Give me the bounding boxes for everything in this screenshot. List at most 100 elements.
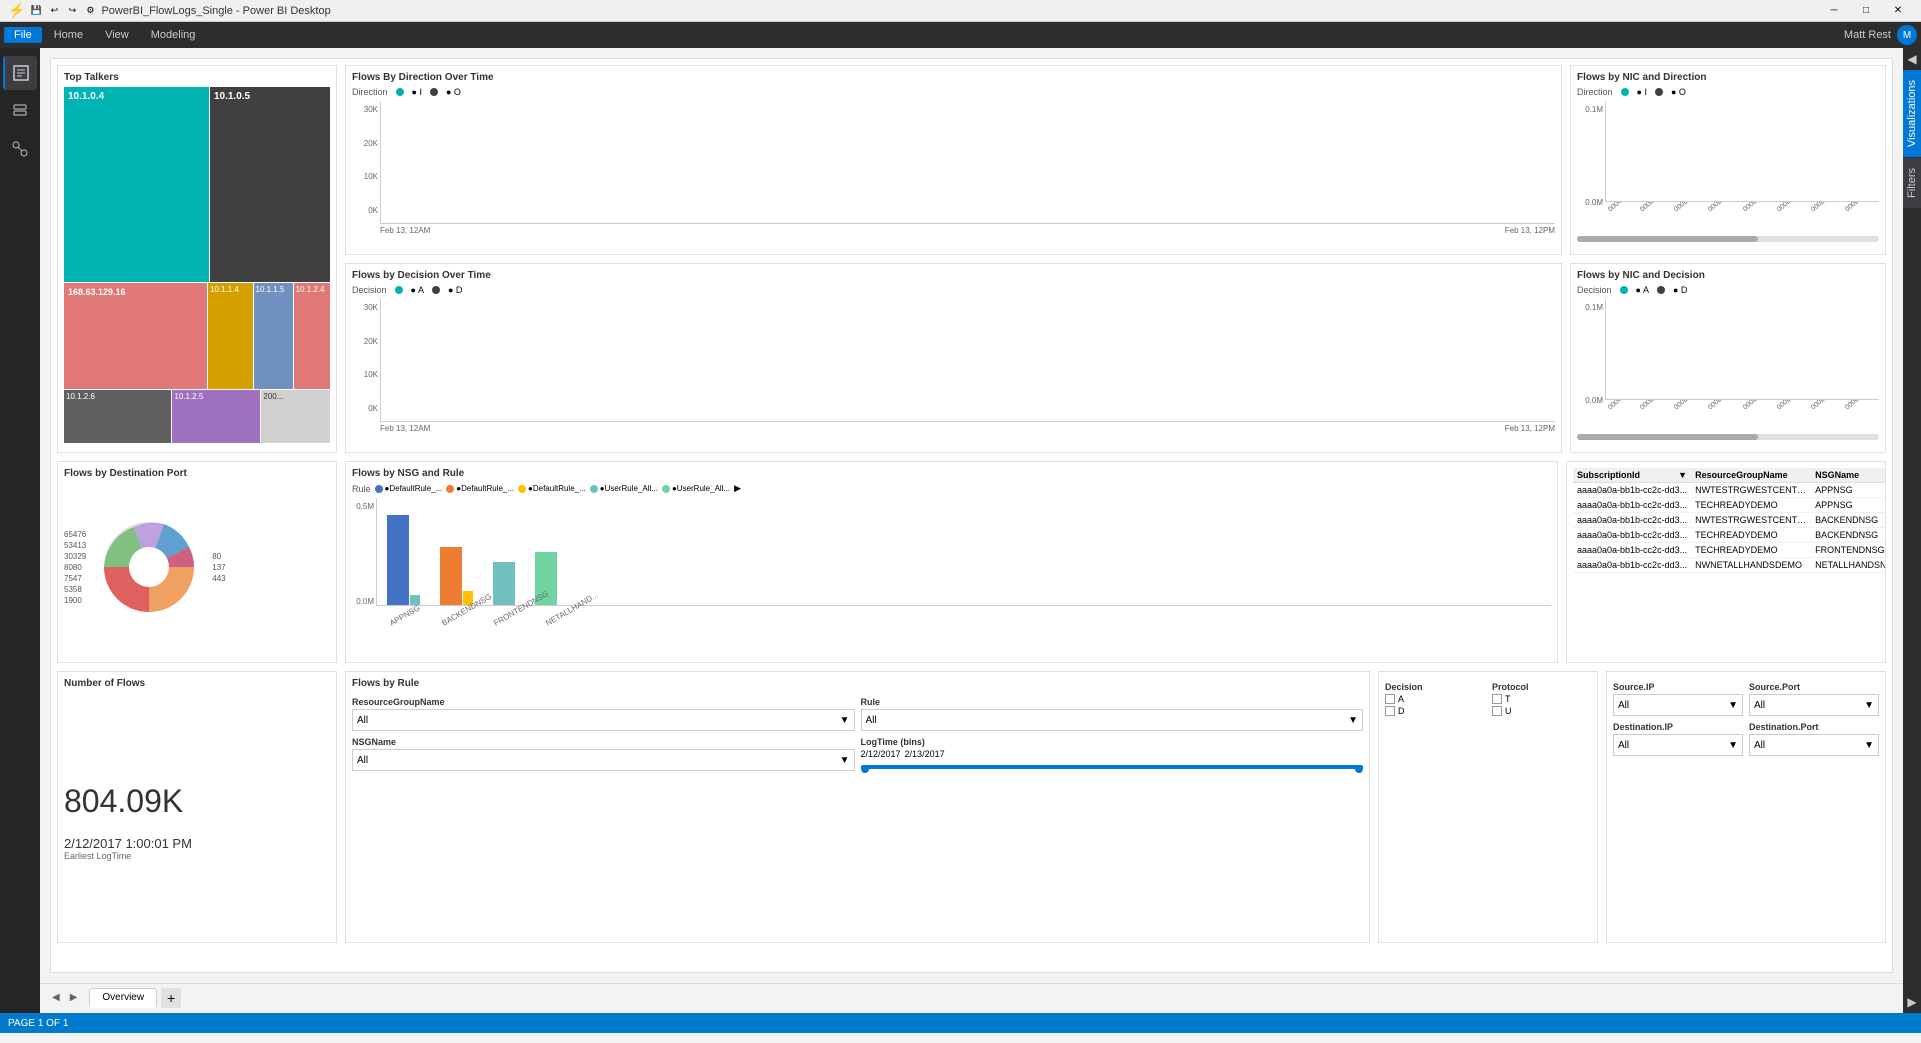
menu-view[interactable]: View [95,27,139,43]
source-ip-label: Source.IP [1613,682,1743,692]
nic-dir-x-labels: 0004FF... 000D3A... 000D3A... 000D3A... … [1605,202,1879,215]
nic-dir-scrollbar[interactable] [1577,236,1879,242]
nsg-3: BACKENDNSG [1811,513,1886,528]
redo-icon[interactable]: ↪ [65,4,79,18]
nav-prev[interactable]: ◀ [48,990,64,1005]
treemap-tile-5[interactable]: 10.1.1.5 [254,283,293,389]
y-20k: 20K [364,139,378,148]
dest-ip-select[interactable]: All ▼ [1613,734,1743,756]
nsg-rule-rule-label: Rule [352,484,371,494]
nsg-legend-2: ●DefaultRule_... [446,484,514,493]
treemap-label-3: 168.63.129.16 [68,287,126,297]
nic-x-5: 000D3A... [1742,202,1770,213]
port-7547: 7547 [64,574,86,583]
dest-port-select[interactable]: All ▼ [1749,734,1879,756]
nic-decision-panel: Flows by NIC and Decision Decision ● A ●… [1570,263,1886,453]
treemap-tile-2[interactable]: 10.1.0.5 [210,87,330,282]
menu-modeling[interactable]: Modeling [141,27,206,43]
treemap-tile-9[interactable]: 200... [261,390,330,443]
table-row[interactable]: aaaa0a0a-bb1b-cc2c-dd3... NWTESTRGWESTCE… [1573,513,1886,528]
flows-rule-panel: Flows by Rule ResourceGroupName All ▼ [345,671,1370,943]
nic-dec-scrollbar[interactable] [1577,434,1879,440]
rule-filter-select[interactable]: All ▼ [861,709,1364,731]
treemap-label-4: 10.1.1.4 [210,285,239,294]
minimize-button[interactable]: ─ [1819,0,1849,22]
nsg-backendnsg-bar1 [440,547,462,605]
table-row[interactable]: aaaa0a0a-bb1b-cc2c-dd3... TECHREADYDEMO … [1573,543,1886,558]
slider-track[interactable] [861,765,1364,769]
sidebar-data-icon[interactable] [3,94,37,128]
slider-thumb-right[interactable] [1355,765,1363,773]
add-page-tab-button[interactable]: + [161,988,181,1008]
source-port-select[interactable]: All ▼ [1749,694,1879,716]
rule-dropdown-icon: ▼ [1348,715,1358,726]
filter-logtime: LogTime (bins) 2/12/2017 2/13/2017 [861,737,1364,771]
treemap-label-2: 10.1.0.5 [214,91,250,102]
filter-grid: ResourceGroupName All ▼ Rule All ▼ [352,693,1363,775]
protocol-t-checkbox[interactable]: T [1492,694,1591,704]
rg-filter-select[interactable]: All ▼ [352,709,855,731]
sidebar-relationships-icon[interactable] [3,132,37,166]
left-sidebar [0,48,40,1013]
direction-legend-o-dot [430,88,438,96]
nic-dec-a-dot [1620,286,1628,294]
protocol-u-checkbox[interactable]: U [1492,706,1591,716]
sub-2: aaaa0a0a-bb1b-cc2c-dd3... [1573,498,1691,513]
nsg-table: SubscriptionId ▼ ResourceGroupName NSGNa… [1573,468,1886,573]
treemap-tile-4[interactable]: 10.1.1.4 [208,283,253,389]
treemap-tile-7[interactable]: 10.1.2.6 [64,390,171,443]
nav-next[interactable]: ▶ [66,990,82,1005]
decision-d-checkbox[interactable]: D [1385,706,1484,716]
page-tab-overview[interactable]: Overview [89,988,157,1008]
flows-count: 804.09K [64,783,330,820]
top-talkers-panel: Top Talkers 10.1.0.4 10.1.0.5 [57,65,337,453]
nsg-legend-more[interactable]: ▶ [734,483,741,494]
number-flows-title: Number of Flows [64,678,330,689]
nic-decision-title: Flows by NIC and Decision [1577,270,1879,281]
col-nsg[interactable]: NSGName [1811,468,1886,483]
tab-filters[interactable]: Filters [1903,158,1921,208]
treemap-container[interactable]: 10.1.0.4 10.1.0.5 168.63.129.16 [64,87,330,441]
maximize-button[interactable]: □ [1851,0,1881,22]
port-53413: 53413 [64,541,86,550]
decision-bars [380,299,1555,422]
decision-a-checkbox[interactable]: A [1385,694,1484,704]
table-row[interactable]: aaaa0a0a-bb1b-cc2c-dd3... TECHREADYDEMO … [1573,498,1886,513]
flows-date-label: Earliest LogTime [64,851,330,861]
nic-dir-o: ● O [1671,87,1686,97]
logtime-slider[interactable] [861,765,1364,769]
col-subscription[interactable]: SubscriptionId ▼ [1573,468,1691,483]
treemap-tile-3[interactable]: 168.63.129.16 [64,283,207,389]
nsg-x-netallhand: NETALLHAND... [544,604,576,628]
table-row[interactable]: aaaa0a0a-bb1b-cc2c-dd3... NWNETALLHANDSD… [1573,558,1886,573]
pie-container: 65476 53413 30329 8080 7547 5358 1900 [64,483,330,651]
port-443: 443 [212,574,225,583]
tab-visualizations[interactable]: Visualizations [1903,70,1921,157]
nsg-frontendnsg-bar1 [493,562,515,605]
treemap-label-7: 10.1.2.6 [66,392,95,401]
treemap-tile-8[interactable]: 10.1.2.5 [172,390,260,443]
nsg-rule-legend: Rule ●DefaultRule_... ●DefaultRule_... ●… [352,483,1551,494]
collapse-right-button[interactable]: ◀ [1903,48,1920,70]
sidebar-report-icon[interactable] [3,56,37,90]
table-row[interactable]: aaaa0a0a-bb1b-cc2c-dd3... TECHREADYDEMO … [1573,528,1886,543]
slider-thumb-left[interactable] [861,765,869,773]
collapse-left-button[interactable]: ▶ [1903,991,1920,1013]
decision-d-label: D [1398,706,1405,716]
menu-file[interactable]: File [4,27,42,43]
dest-ip-filter: Destination.IP All ▼ [1613,722,1743,756]
nsgname-filter-select[interactable]: All ▼ [352,749,855,771]
rule-filter-label: Rule [861,697,1364,707]
table-row[interactable]: aaaa0a0a-bb1b-cc2c-dd3... NWTESTRGWESTCE… [1573,483,1886,498]
nic-dec-x-6: 000D3A... [1776,400,1804,411]
col-rg[interactable]: ResourceGroupName [1691,468,1811,483]
nsg-legend-1: ●DefaultRule_... [375,484,443,493]
menu-home[interactable]: Home [44,27,93,43]
treemap-tile-6[interactable]: 10.1.2.4 [294,283,330,389]
nsg-y-05m: 0.5M [356,502,374,511]
save-icon[interactable]: 💾 [29,4,43,18]
treemap-tile-1[interactable]: 10.1.0.4 [64,87,209,282]
source-ip-select[interactable]: All ▼ [1613,694,1743,716]
close-button[interactable]: ✕ [1883,0,1913,22]
undo-icon[interactable]: ↩ [47,4,61,18]
